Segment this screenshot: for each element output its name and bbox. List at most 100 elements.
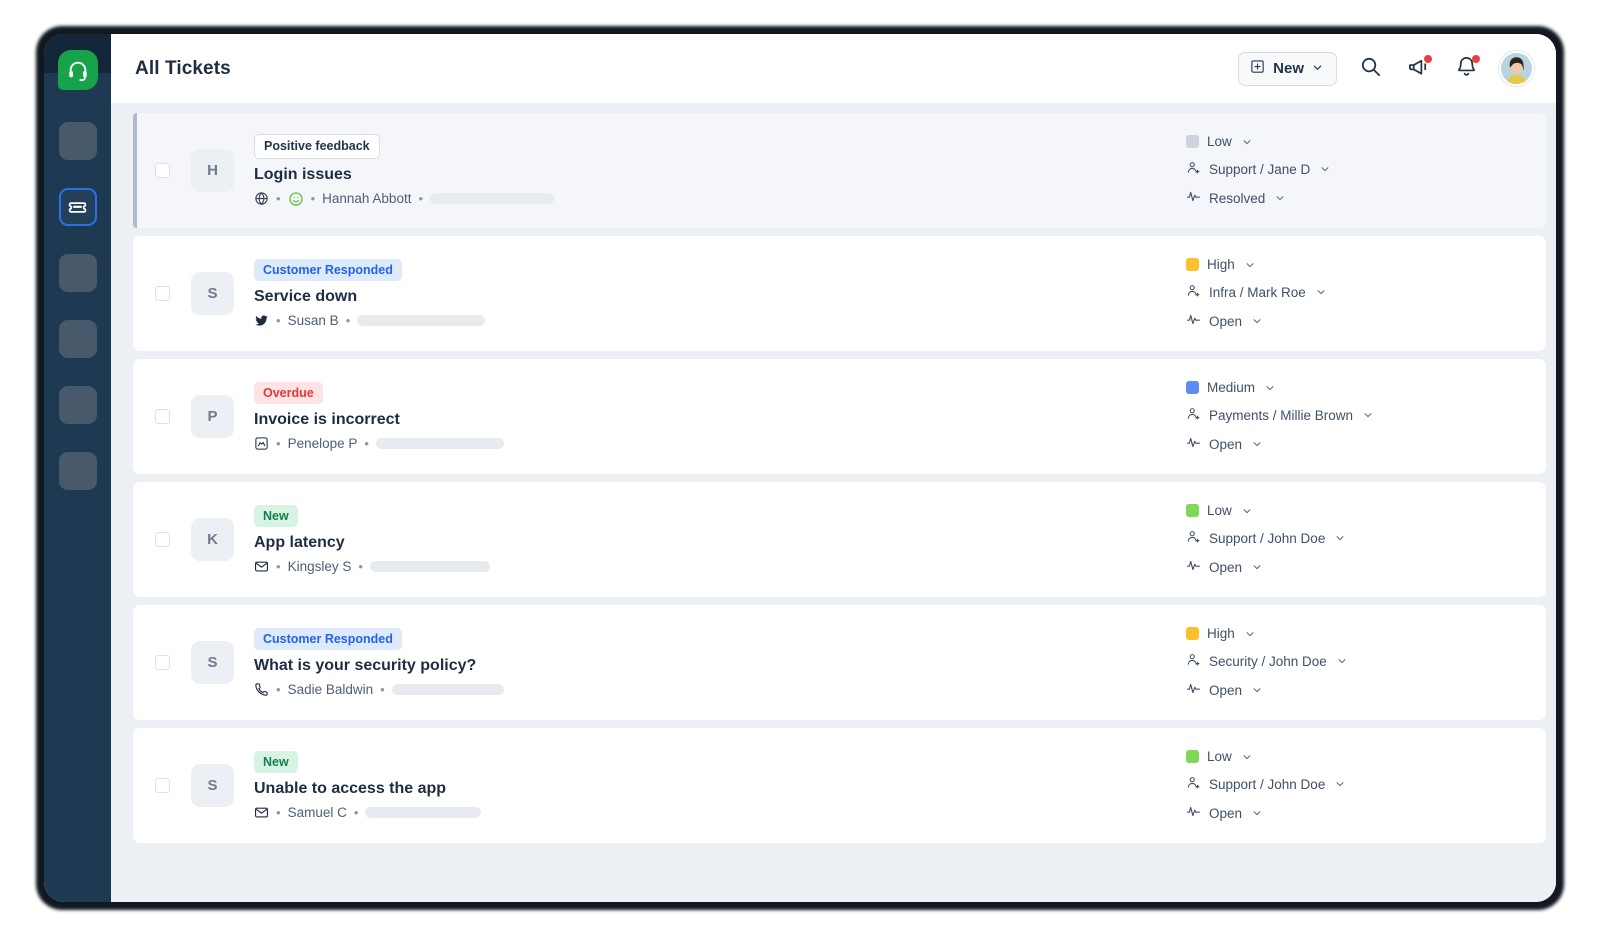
assignee-label: Support / Jane D bbox=[1209, 162, 1310, 177]
sidebar-item-4[interactable] bbox=[59, 320, 97, 358]
timestamp-placeholder bbox=[430, 193, 554, 204]
priority-selector[interactable]: Low bbox=[1186, 134, 1526, 149]
assignee-selector[interactable]: Security / John Doe bbox=[1186, 652, 1526, 670]
ticket-requester: Sadie Baldwin bbox=[288, 682, 374, 697]
avatar[interactable] bbox=[1499, 51, 1534, 86]
search-icon bbox=[1359, 55, 1382, 83]
search-button[interactable] bbox=[1355, 54, 1385, 84]
main-area: All Tickets New bbox=[111, 34, 1556, 902]
status-label: Open bbox=[1209, 806, 1242, 821]
app-logo[interactable] bbox=[58, 50, 98, 90]
ticket-row[interactable]: S Customer Responded What is your securi… bbox=[133, 605, 1546, 720]
status-label: Open bbox=[1209, 560, 1242, 575]
priority-selector[interactable]: Medium bbox=[1186, 380, 1526, 395]
ticket-select-checkbox[interactable] bbox=[155, 778, 170, 793]
requester-initial-avatar: P bbox=[191, 395, 234, 438]
assignee-selector[interactable]: Infra / Mark Roe bbox=[1186, 283, 1526, 301]
ticket-properties: Low Support / Jane D Resolved bbox=[1186, 134, 1546, 207]
ticket-properties: High Security / John Doe Open bbox=[1186, 626, 1546, 699]
priority-selector[interactable]: High bbox=[1186, 257, 1526, 272]
ticket-meta: • Penelope P • bbox=[254, 436, 1186, 451]
sidebar-item-3[interactable] bbox=[59, 254, 97, 292]
ticket-subject[interactable]: Invoice is incorrect bbox=[254, 411, 1186, 429]
email-icon bbox=[254, 559, 269, 574]
ticket-row[interactable]: S Customer Responded Service down • Susa… bbox=[133, 236, 1546, 351]
status-label: Open bbox=[1209, 437, 1242, 452]
ticket-row[interactable]: S New Unable to access the app • Samuel … bbox=[133, 728, 1546, 843]
ticket-row[interactable]: K New App latency • Kingsley S • Low Sup… bbox=[133, 482, 1546, 597]
globe-icon bbox=[254, 191, 269, 206]
status-selector[interactable]: Resolved bbox=[1186, 189, 1526, 207]
priority-selector[interactable]: Low bbox=[1186, 503, 1526, 518]
ticket-properties: Low Support / John Doe Open bbox=[1186, 749, 1546, 822]
notifications-button[interactable] bbox=[1451, 54, 1481, 84]
priority-label: High bbox=[1207, 626, 1235, 641]
ticket-select-checkbox[interactable] bbox=[155, 655, 170, 670]
announcements-button[interactable] bbox=[1403, 54, 1433, 84]
ticket-subject[interactable]: Service down bbox=[254, 288, 1186, 306]
ticket-row[interactable]: H Positive feedback Login issues • • Han… bbox=[133, 113, 1546, 228]
facebook-messenger-icon bbox=[254, 436, 269, 451]
ticket-subject[interactable]: What is your security policy? bbox=[254, 657, 1186, 675]
assignee-selector[interactable]: Payments / Millie Brown bbox=[1186, 406, 1526, 424]
status-label: Open bbox=[1209, 314, 1242, 329]
ticket-properties: Low Support / John Doe Open bbox=[1186, 503, 1546, 576]
activity-pulse-icon bbox=[1186, 681, 1201, 699]
priority-label: Low bbox=[1207, 134, 1232, 149]
priority-label: Medium bbox=[1207, 380, 1255, 395]
sidebar-item-6[interactable] bbox=[59, 452, 97, 490]
priority-selector[interactable]: High bbox=[1186, 626, 1526, 641]
sidebar-item-5[interactable] bbox=[59, 386, 97, 424]
sidebar-item-1[interactable] bbox=[59, 122, 97, 160]
ticket-select-checkbox[interactable] bbox=[155, 286, 170, 301]
person-add-icon bbox=[1186, 652, 1201, 670]
person-add-icon bbox=[1186, 283, 1201, 301]
ticket-requester: Susan B bbox=[288, 313, 339, 328]
ticket-subject[interactable]: App latency bbox=[254, 534, 1186, 552]
priority-color-swatch bbox=[1186, 258, 1199, 271]
ticket-select-checkbox[interactable] bbox=[155, 409, 170, 424]
screenshot-root: All Tickets New bbox=[0, 0, 1600, 939]
assignee-selector[interactable]: Support / John Doe bbox=[1186, 775, 1526, 793]
ticket-summary: Overdue Invoice is incorrect • Penelope … bbox=[254, 382, 1186, 451]
ticket-requester: Hannah Abbott bbox=[322, 191, 411, 206]
ticket-select-checkbox[interactable] bbox=[155, 163, 170, 178]
timestamp-placeholder bbox=[392, 684, 504, 695]
plus-square-icon bbox=[1250, 59, 1265, 78]
priority-label: High bbox=[1207, 257, 1235, 272]
primary-sidebar bbox=[44, 34, 111, 902]
ticket-icon bbox=[67, 197, 88, 218]
assignee-selector[interactable]: Support / John Doe bbox=[1186, 529, 1526, 547]
priority-color-swatch bbox=[1186, 381, 1199, 394]
activity-pulse-icon bbox=[1186, 435, 1201, 453]
status-selector[interactable]: Open bbox=[1186, 681, 1526, 699]
status-selector[interactable]: Open bbox=[1186, 435, 1526, 453]
status-selector[interactable]: Open bbox=[1186, 312, 1526, 330]
ticket-summary: Positive feedback Login issues • • Hanna… bbox=[254, 134, 1186, 206]
timestamp-placeholder bbox=[357, 315, 485, 326]
sidebar-item-tickets[interactable] bbox=[59, 188, 97, 226]
assignee-selector[interactable]: Support / Jane D bbox=[1186, 160, 1526, 178]
chevron-down-icon bbox=[1312, 60, 1323, 77]
ticket-subject[interactable]: Login issues bbox=[254, 166, 1186, 184]
ticket-select-checkbox[interactable] bbox=[155, 532, 170, 547]
requester-initial-avatar: S bbox=[191, 272, 234, 315]
status-selector[interactable]: Open bbox=[1186, 804, 1526, 822]
ticket-status-badge: Positive feedback bbox=[254, 134, 380, 158]
meta-separator: • bbox=[418, 192, 423, 205]
announcements-badge bbox=[1424, 55, 1432, 63]
ticket-meta: • Susan B • bbox=[254, 313, 1186, 328]
meta-separator: • bbox=[276, 192, 281, 205]
person-add-icon bbox=[1186, 529, 1201, 547]
new-button[interactable]: New bbox=[1238, 52, 1337, 86]
app-window: All Tickets New bbox=[44, 34, 1556, 902]
ticket-row[interactable]: P Overdue Invoice is incorrect • Penelop… bbox=[133, 359, 1546, 474]
meta-separator: • bbox=[358, 560, 363, 573]
activity-pulse-icon bbox=[1186, 804, 1201, 822]
status-selector[interactable]: Open bbox=[1186, 558, 1526, 576]
activity-pulse-icon bbox=[1186, 558, 1201, 576]
phone-icon bbox=[254, 682, 269, 697]
ticket-meta: • Sadie Baldwin • bbox=[254, 682, 1186, 697]
ticket-subject[interactable]: Unable to access the app bbox=[254, 780, 1186, 798]
priority-selector[interactable]: Low bbox=[1186, 749, 1526, 764]
